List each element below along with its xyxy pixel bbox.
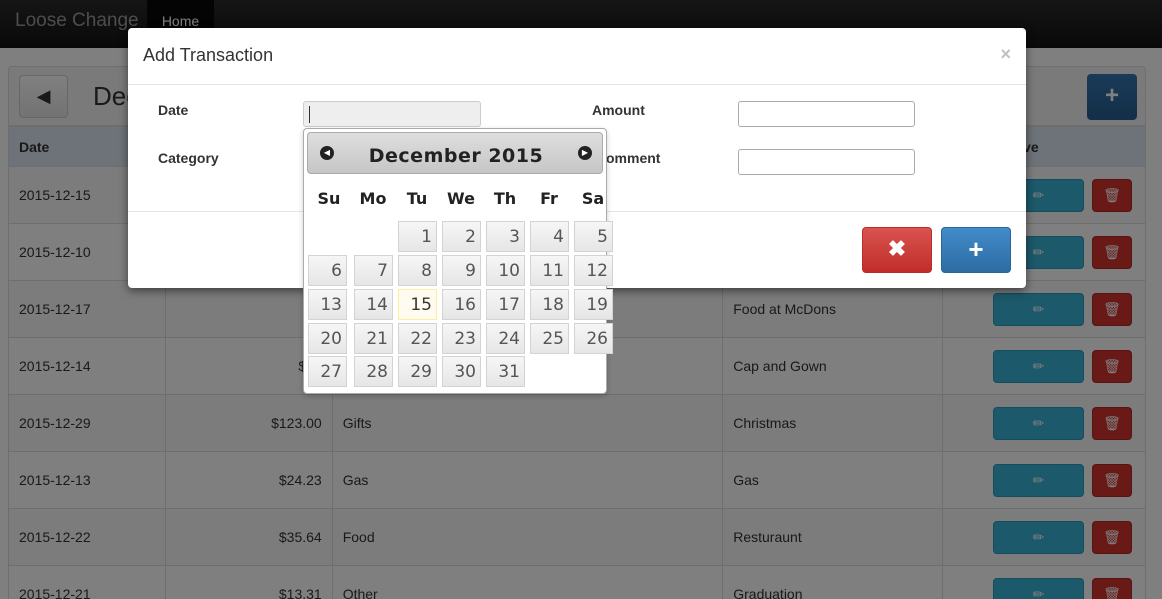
calendar-day[interactable]: 8 [398, 255, 437, 286]
calendar-day[interactable]: 23 [442, 323, 481, 354]
calendar-day[interactable]: 9 [442, 255, 481, 286]
calendar-day[interactable]: 25 [530, 323, 569, 354]
date-label: Date [158, 102, 189, 118]
calendar-day[interactable]: 11 [530, 255, 569, 286]
calendar-day[interactable]: 16 [442, 289, 481, 320]
calendar-day[interactable]: 13 [308, 289, 347, 320]
datepicker-header: ◀ December 2015 ▶ [307, 132, 603, 174]
calendar-day[interactable]: 12 [574, 255, 613, 286]
weekday-header: Su [317, 189, 341, 208]
calendar-day[interactable]: 29 [398, 356, 437, 387]
calendar-day[interactable]: 3 [486, 221, 525, 252]
calendar-day[interactable]: 27 [308, 356, 347, 387]
calendar-day[interactable]: 10 [486, 255, 525, 286]
calendar-day[interactable]: 7 [354, 255, 393, 286]
calendar-day[interactable]: 14 [354, 289, 393, 320]
calendar-day[interactable]: 31 [486, 356, 525, 387]
calendar-day[interactable]: 17 [486, 289, 525, 320]
calendar-day[interactable]: 4 [530, 221, 569, 252]
calendar-day[interactable]: 30 [442, 356, 481, 387]
calendar-day[interactable]: 26 [574, 323, 613, 354]
calendar-day[interactable]: 22 [398, 323, 437, 354]
calendar-day[interactable]: 1 [398, 221, 437, 252]
amount-input[interactable] [738, 101, 915, 127]
datepicker-title: December 2015 [368, 145, 544, 167]
weekday-header: Sa [581, 189, 605, 208]
calendar-day[interactable]: 19 [574, 289, 613, 320]
comment-label: omment [606, 150, 661, 166]
calendar-day[interactable]: 6 [308, 255, 347, 286]
comment-input[interactable] [738, 149, 915, 175]
modal-header: Add Transaction × [128, 28, 1026, 85]
text-caret [309, 106, 310, 123]
calendar-day[interactable]: 28 [354, 356, 393, 387]
weekday-header: Tu [406, 189, 428, 208]
plus-icon: + [968, 234, 984, 264]
datepicker: ◀ December 2015 ▶ Su Mo Tu We Th Fr Sa 1 2 3 4 5 6 7 8… [303, 128, 613, 394]
close-icon[interactable]: × [1000, 44, 1011, 65]
calendar-day[interactable]: 24 [486, 323, 525, 354]
calendar-day[interactable]: 5 [574, 221, 613, 252]
cancel-button[interactable]: ✖ [862, 227, 932, 273]
calendar-day[interactable]: 21 [354, 323, 393, 354]
next-month-icon[interactable]: ▶ [578, 146, 592, 160]
save-transaction-button[interactable]: + [941, 227, 1011, 273]
calendar-day[interactable]: 18 [530, 289, 569, 320]
close-x-icon: ✖ [887, 236, 907, 261]
weekday-header: We [447, 189, 475, 208]
category-label: Category [158, 150, 219, 166]
calendar-day-today[interactable]: 15 [398, 289, 437, 320]
weekday-header: Fr [540, 189, 558, 208]
modal-title: Add Transaction [143, 45, 274, 65]
date-input[interactable] [303, 101, 481, 127]
calendar-day[interactable]: 20 [308, 323, 347, 354]
weekday-header: Th [493, 189, 517, 208]
calendar-day[interactable]: 2 [442, 221, 481, 252]
weekday-header: Mo [359, 189, 387, 208]
amount-label: Amount [592, 102, 645, 118]
